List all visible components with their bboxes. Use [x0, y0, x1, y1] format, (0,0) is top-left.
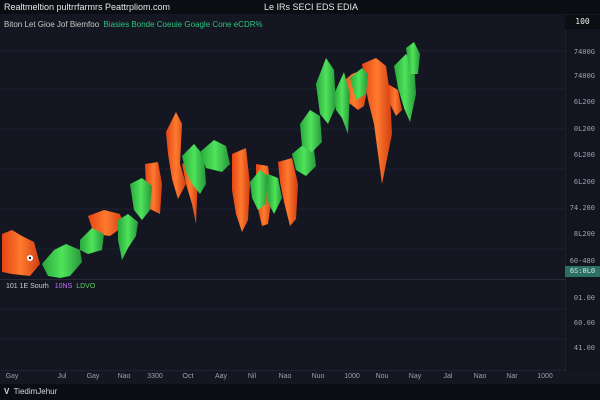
indicator-legend: 101 1E Sourh 10NS LDVO [6, 282, 95, 292]
indicator-name: 101 1E Sourh [6, 283, 49, 290]
price-axis[interactable]: 7400G 7400G 6L200 0L200 6L200 6L200 74.2… [565, 14, 600, 372]
time-label: 1000 [537, 373, 553, 380]
indicator-tick: 41.00 [573, 344, 595, 352]
up-candle [316, 58, 336, 124]
time-label: Nay [408, 373, 422, 380]
indicator-value-a: 10NS [54, 283, 73, 290]
indicator-value-b: LDVO [76, 283, 96, 290]
time-label: Oct [182, 373, 194, 380]
time-label: Nao [278, 373, 292, 380]
window-title: Le IRs SECI EDS EDIA [264, 2, 359, 12]
time-label: Aay [214, 373, 228, 380]
title-bar: Realtmeltion pultrrfarmrs Peattrpliom.co… [0, 0, 600, 14]
current-price-label: 100 [565, 15, 600, 29]
price-tick: 6L200 [573, 98, 595, 106]
time-label: 3300 [147, 373, 163, 380]
indicator-tick: 60.00 [573, 319, 595, 327]
brand-logo-icon[interactable]: V [4, 384, 9, 400]
time-label: Gay [86, 373, 100, 380]
price-tick: 0L200 [573, 125, 595, 133]
time-label: 1000 [344, 373, 360, 380]
time-label: Nou [375, 373, 389, 380]
time-label: Nuo [311, 373, 325, 380]
time-label: Jul [57, 373, 67, 380]
up-candles [42, 42, 420, 278]
indicator-tick: 01.00 [573, 294, 595, 302]
chart-legend: Biton Let Gioe Jof Biemfoo Biasies Bonde… [4, 18, 265, 32]
up-candle [250, 170, 268, 210]
time-axis[interactable]: Gay Jul Gay Nao 3300 Oct Aay Nil Nao Nuo… [0, 370, 565, 385]
grid-lines [0, 50, 565, 340]
trading-app: Realtmeltion pultrrfarmrs Peattrpliom.co… [0, 0, 600, 400]
symbol-legend: Biton Let Gioe Jof Biemfoo [4, 20, 100, 29]
price-tick: 6L200 [573, 178, 595, 186]
pane-divider[interactable] [0, 279, 565, 280]
time-label: Jal [443, 373, 453, 380]
price-tick: 60-480 [569, 257, 595, 265]
price-tick: 7400G [573, 48, 595, 56]
down-candle [232, 148, 250, 232]
ohlc-legend: Biasies Bonde Coeuie Goagle Cone eCDR% [103, 20, 263, 29]
price-tick: 7400G [573, 72, 595, 80]
brand-name[interactable]: TiedimJehur [14, 387, 58, 396]
up-candle [300, 110, 322, 152]
up-candle [130, 178, 152, 220]
time-label: Gay [5, 373, 19, 380]
app-title: Realtmeltion pultrrfarmrs Peattrpliom.co… [4, 2, 171, 12]
price-tick: 74.200 [569, 204, 595, 212]
time-label: Nao [117, 373, 131, 380]
price-chart[interactable] [0, 14, 565, 372]
price-tick: 6L200 [573, 151, 595, 159]
time-label: Nar [506, 373, 518, 380]
chart-canvas[interactable] [0, 14, 565, 372]
time-label: Nao [473, 373, 487, 380]
pane-price-label: 6S:0L0 [565, 266, 600, 277]
footer-bar: V TiedimJehur [0, 384, 600, 400]
up-candle [118, 214, 138, 260]
down-candle [278, 158, 298, 226]
cursor-marker [27, 255, 33, 261]
down-candle [2, 230, 40, 276]
price-tick: 8L200 [573, 230, 595, 238]
time-label: Nil [247, 373, 257, 380]
